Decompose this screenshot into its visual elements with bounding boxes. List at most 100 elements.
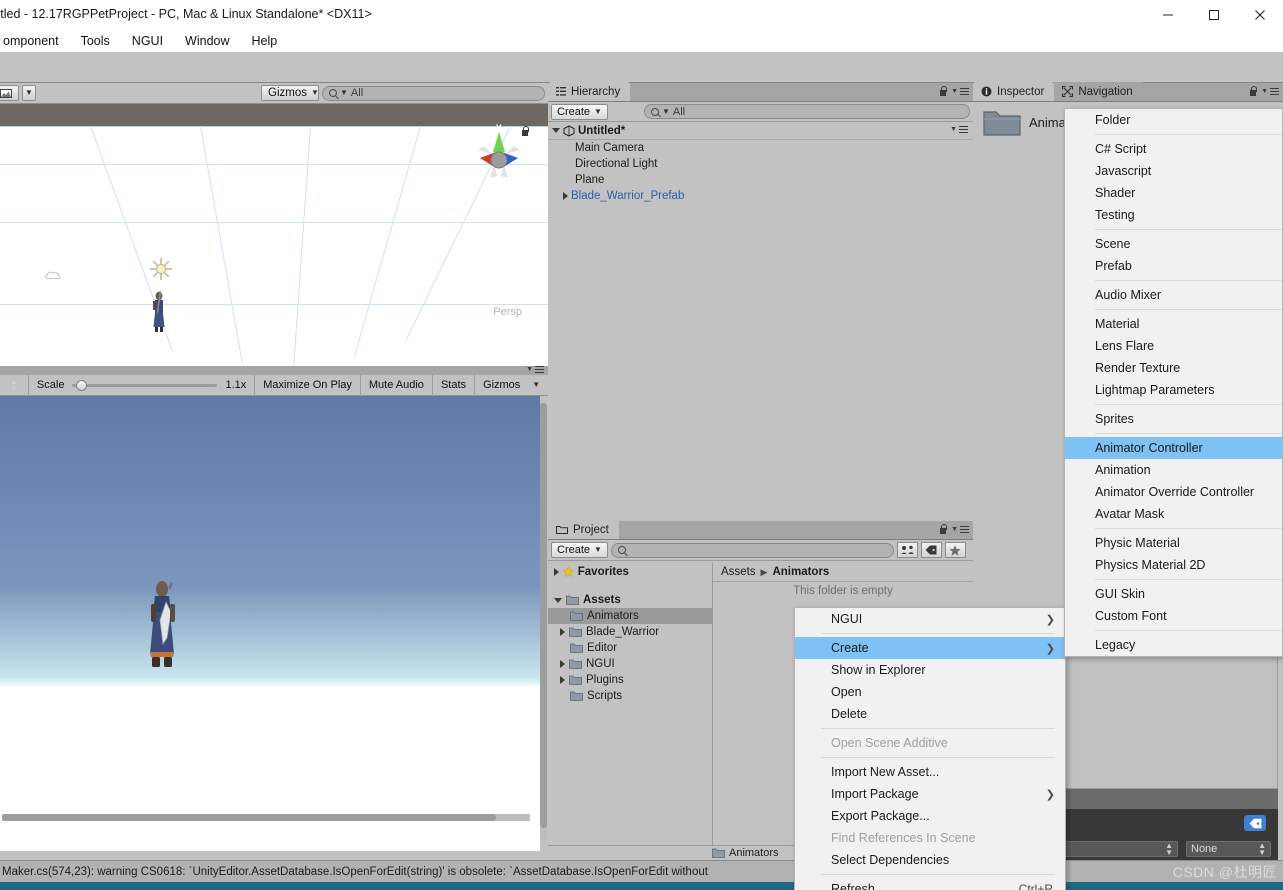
inspector-menu-icon[interactable]: ▼ (1261, 87, 1279, 95)
menu-window[interactable]: Window (174, 32, 240, 50)
game-gizmos-dropdown[interactable]: ▼ (528, 375, 544, 396)
lock-icon[interactable] (1249, 86, 1258, 96)
scene-canvas[interactable]: Persp y (0, 104, 548, 366)
project-assets-row[interactable]: Assets (548, 592, 712, 608)
menu-component[interactable]: omponent (0, 32, 70, 50)
submenu-item-legacy[interactable]: Legacy (1065, 634, 1282, 656)
none-dropdown-right[interactable]: None ▲ ▼ (1186, 841, 1271, 857)
lock-icon[interactable] (939, 524, 948, 534)
submenu-item-shader[interactable]: Shader (1065, 182, 1282, 204)
submenu-item-custom-font[interactable]: Custom Font (1065, 605, 1282, 627)
search-by-type-icon[interactable] (896, 542, 918, 558)
tab-project[interactable]: Project (548, 520, 619, 539)
submenu-item-physics-material-2d[interactable]: Physics Material 2D (1065, 554, 1282, 576)
project-favorites-row[interactable]: ★ Favorites (548, 564, 712, 580)
minimize-button[interactable] (1145, 0, 1191, 30)
submenu-item-javascript[interactable]: Javascript (1065, 160, 1282, 182)
hierarchy-menu-icon[interactable]: ▼ (951, 87, 969, 95)
submenu-item-folder[interactable]: Folder (1065, 109, 1282, 131)
menu-tools[interactable]: Tools (70, 32, 121, 50)
project-menu-icon[interactable]: ▼ (951, 525, 969, 533)
submenu-item-gui-skin[interactable]: GUI Skin (1065, 583, 1282, 605)
scene-search-input[interactable]: ▼ All (322, 85, 545, 101)
tag-icon[interactable] (1244, 815, 1266, 831)
hierarchy-scene-row[interactable]: Untitled* ▼ (548, 122, 973, 140)
submenu-item-lightmap-parameters[interactable]: Lightmap Parameters (1065, 379, 1282, 401)
scale-slider-group[interactable]: Scale 1.1x (29, 375, 254, 396)
submenu-item-scene[interactable]: Scene (1065, 233, 1282, 255)
project-folder-ngui[interactable]: NGUI (548, 656, 712, 672)
game-canvas[interactable] (0, 396, 540, 851)
blade-warrior-scene-model[interactable] (148, 289, 170, 333)
hierarchy-item-main-camera[interactable]: Main Camera (548, 140, 973, 156)
game-gizmos-button[interactable]: Gizmos (475, 375, 528, 396)
tab-inspector[interactable]: Inspector (973, 82, 1055, 101)
ctx-item-create[interactable]: Create ❯ (795, 637, 1065, 659)
close-button[interactable] (1237, 0, 1283, 30)
aspect-stepper-icon[interactable]: ▲ ▼ (0, 375, 28, 396)
status-bar[interactable]: Maker.cs(574,23): warning CS0618: `Unity… (0, 860, 1283, 882)
lock-icon[interactable] (939, 86, 948, 96)
chevron-right-icon[interactable] (554, 568, 559, 576)
submenu-item-render-texture[interactable]: Render Texture (1065, 357, 1282, 379)
submenu-item-physic-material[interactable]: Physic Material (1065, 532, 1282, 554)
ctx-item-ngui[interactable]: NGUI ❯ (795, 608, 1065, 630)
hierarchy-item-directional-light[interactable]: Directional Light (548, 156, 973, 172)
draw-mode-icon[interactable] (0, 85, 19, 101)
submenu-item-csharp-script[interactable]: C# Script (1065, 138, 1282, 160)
project-search-input[interactable] (610, 542, 894, 558)
project-folder-blade-warrior[interactable]: Blade_Warrior (548, 624, 712, 640)
scene-context-menu-icon[interactable]: ▼ (950, 126, 968, 133)
submenu-item-lens-flare[interactable]: Lens Flare (1065, 335, 1282, 357)
project-create-button[interactable]: Create ▼ (551, 542, 608, 558)
game-vertical-scrollbar[interactable] (540, 400, 547, 840)
scene-view-options-dropdown[interactable]: ▼ (22, 85, 36, 101)
chevron-right-icon[interactable] (560, 628, 565, 636)
ctx-item-import-package[interactable]: Import Package ❯ (795, 783, 1065, 805)
ctx-item-refresh[interactable]: Refresh Ctrl+R (795, 878, 1065, 890)
game-horizontal-scrollbar[interactable] (2, 814, 530, 821)
game-view-menu-icon[interactable]: ▼ (526, 366, 544, 373)
chevron-right-icon[interactable] (563, 192, 568, 200)
tab-navigation[interactable]: Navigation (1054, 82, 1143, 101)
scale-slider-handle[interactable] (76, 379, 88, 391)
ctx-item-export-package[interactable]: Export Package... (795, 805, 1065, 827)
maximize-button[interactable] (1191, 0, 1237, 30)
project-folder-plugins[interactable]: Plugins (548, 672, 712, 688)
mute-audio-toggle[interactable]: Mute Audio (361, 375, 432, 396)
tab-hierarchy[interactable]: Hierarchy (548, 82, 631, 101)
submenu-item-animator-override-controller[interactable]: Animator Override Controller (1065, 481, 1282, 503)
hierarchy-item-blade-warrior-prefab[interactable]: Blade_Warrior_Prefab (548, 188, 973, 204)
ctx-item-import-new-asset[interactable]: Import New Asset... (795, 761, 1065, 783)
breadcrumb-assets[interactable]: Assets (721, 566, 756, 578)
scene-orientation-gizmo[interactable]: y (470, 116, 530, 186)
search-by-label-icon[interactable] (920, 542, 942, 558)
ctx-item-delete[interactable]: Delete (795, 703, 1065, 725)
chevron-right-icon[interactable] (560, 676, 565, 684)
submenu-item-audio-mixer[interactable]: Audio Mixer (1065, 284, 1282, 306)
ctx-item-select-dependencies[interactable]: Select Dependencies (795, 849, 1065, 871)
project-folder-animators[interactable]: Animators (548, 608, 712, 624)
chevron-right-icon[interactable] (560, 660, 565, 668)
submenu-item-prefab[interactable]: Prefab (1065, 255, 1282, 277)
menu-ngui[interactable]: NGUI (121, 32, 174, 50)
hierarchy-create-button[interactable]: Create ▼ (551, 103, 608, 120)
maximize-on-play-toggle[interactable]: Maximize On Play (255, 375, 360, 396)
submenu-item-animation[interactable]: Animation (1065, 459, 1282, 481)
scale-slider[interactable] (72, 379, 218, 391)
scene-gizmos-button[interactable]: Gizmos ▼ (261, 85, 319, 101)
project-folder-editor[interactable]: Editor (548, 640, 712, 656)
chevron-down-icon[interactable] (554, 597, 562, 603)
hierarchy-search-input[interactable]: ▼ All (643, 104, 970, 119)
submenu-item-avatar-mask[interactable]: Avatar Mask (1065, 503, 1282, 525)
stats-toggle[interactable]: Stats (433, 375, 474, 396)
hierarchy-item-plane[interactable]: Plane (548, 172, 973, 188)
chevron-down-icon[interactable] (552, 128, 560, 133)
project-folder-scripts[interactable]: Scripts (548, 688, 712, 704)
submenu-item-sprites[interactable]: Sprites (1065, 408, 1282, 430)
ctx-item-open[interactable]: Open (795, 681, 1065, 703)
save-search-icon[interactable] (944, 542, 966, 558)
ctx-item-show-in-explorer[interactable]: Show in Explorer (795, 659, 1065, 681)
submenu-item-testing[interactable]: Testing (1065, 204, 1282, 226)
submenu-item-material[interactable]: Material (1065, 313, 1282, 335)
